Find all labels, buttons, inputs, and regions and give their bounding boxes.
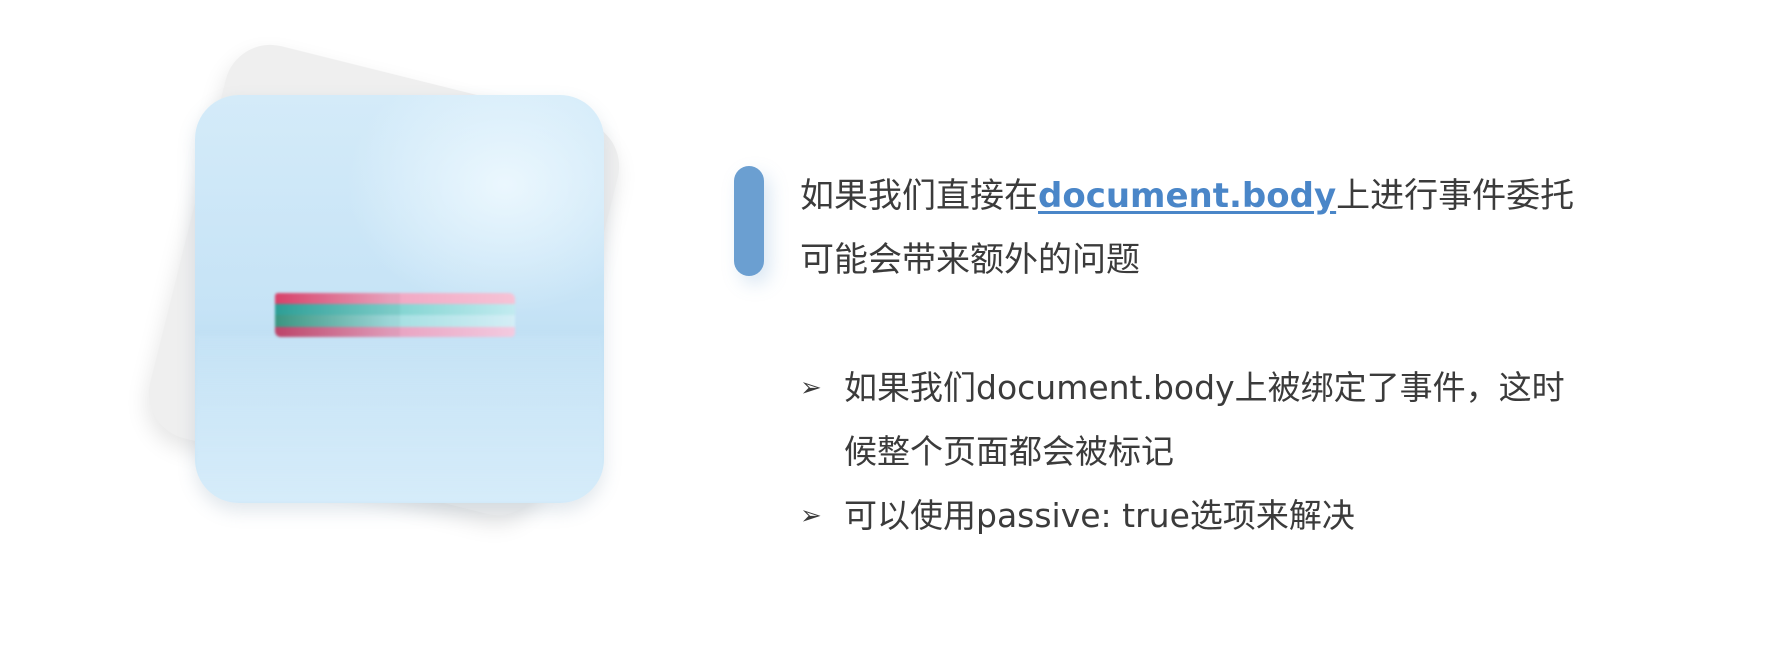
- bullet-list: ➢ 如果我们document.body上被绑定了事件，这时 候整个页面都会被标记…: [800, 356, 1730, 548]
- accent-bar: [734, 166, 764, 276]
- heading: 如果我们直接在document.body上进行事件委托 可能会带来额外的问题: [800, 164, 1700, 292]
- list-item: ➢ 可以使用passive: true选项来解决: [800, 484, 1730, 548]
- note-stack-edge: [275, 293, 400, 337]
- heading-line-2: 可能会带来额外的问题: [800, 240, 1140, 280]
- slide: 如果我们直接在document.body上进行事件委托 可能会带来额外的问题 ➢…: [0, 0, 1780, 651]
- photo-surface: [195, 335, 604, 503]
- heading-text-before: 如果我们直接在: [800, 176, 1038, 216]
- list-item: ➢ 如果我们document.body上被绑定了事件，这时 候整个页面都会被标记: [800, 356, 1730, 484]
- sticky-notes-stack: [275, 293, 515, 339]
- bullet-text-line-1: 如果我们document.body上被绑定了事件，这时: [844, 368, 1565, 407]
- photo-highlight: [345, 95, 604, 315]
- bullet-text-line-1: 可以使用passive: true选项来解决: [844, 496, 1355, 535]
- arrow-bullet-icon: ➢: [800, 373, 822, 403]
- arrow-bullet-icon: ➢: [800, 501, 822, 531]
- heading-text-after: 上进行事件委托: [1336, 176, 1575, 216]
- document-body-link[interactable]: document.body: [1038, 176, 1336, 216]
- bullet-text-line-2: 候整个页面都会被标记: [844, 432, 1174, 471]
- sticky-notes-photo: [195, 95, 604, 503]
- heading-line-1: 如果我们直接在document.body上进行事件委托: [800, 164, 1700, 228]
